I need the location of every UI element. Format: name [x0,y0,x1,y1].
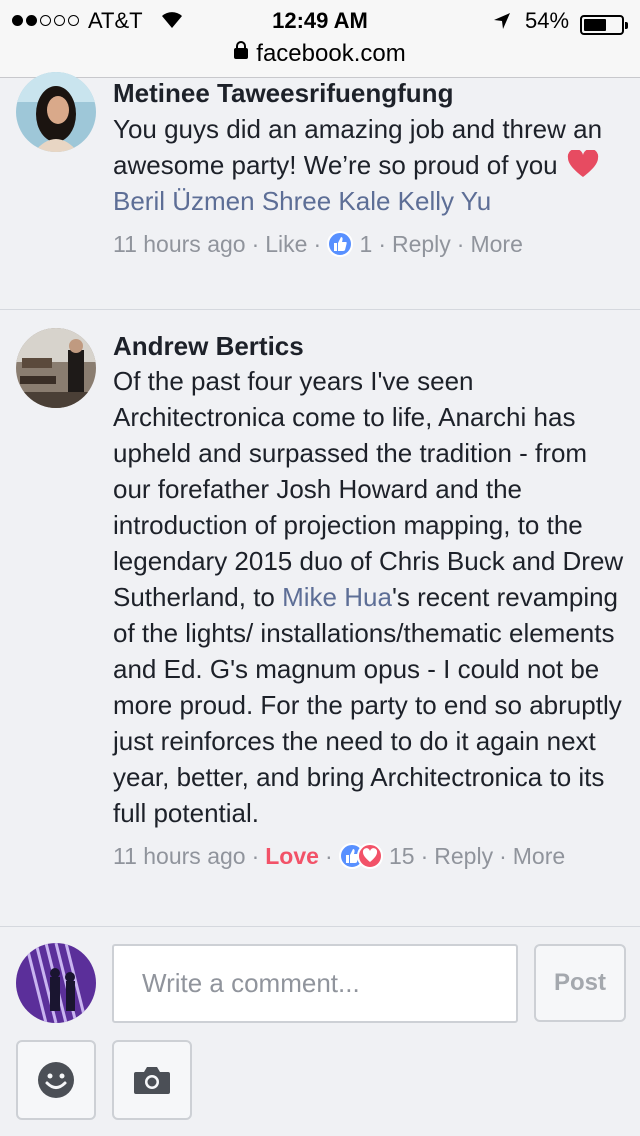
comment-mentions[interactable]: Beril Üzmen Shree Kale Kelly Yu [113,186,491,216]
reaction-count[interactable]: 15 [389,843,415,869]
more-button[interactable]: More [513,843,565,869]
like-button[interactable]: Like [265,231,307,257]
comment-meta: 11 hours ago · Like · 1 · Reply · More [113,231,523,257]
location-arrow-icon [494,13,510,29]
reply-button[interactable]: Reply [392,231,451,257]
love-reaction-icon[interactable] [356,843,383,869]
status-bar: AT&T 12:49 AM 54% [0,6,640,36]
comment-author[interactable]: Metinee Taweesrifuengfung [113,78,628,108]
browser-top-bar: AT&T 12:49 AM 54% facebook.com [0,0,640,78]
comment-input[interactable]: Write a comment... [112,944,518,1023]
camera-icon [134,1067,170,1094]
comment-text: Of the past four years I've seen Archite… [113,366,624,828]
current-user-avatar[interactable] [16,943,96,1023]
url-domain: facebook.com [256,40,406,67]
url-bar[interactable]: facebook.com [0,40,640,68]
lock-icon [234,41,249,62]
love-button[interactable]: Love [265,843,319,869]
reply-button[interactable]: Reply [434,843,493,869]
battery-icon [580,15,628,35]
battery-percent: 54% [525,8,570,33]
post-button[interactable]: Post [534,944,626,1022]
smiley-icon [38,1062,74,1098]
more-button[interactable]: More [470,231,522,257]
heart-emoji-icon [567,150,598,177]
avatar[interactable] [16,72,96,152]
emoji-button[interactable] [16,1040,96,1120]
comment-meta: 11 hours ago · Love · 15 · Reply · More [113,843,566,869]
comment-author[interactable]: Andrew Bertics [113,331,628,361]
like-reaction-icon[interactable] [327,231,354,257]
comment-text: You guys did an amazing job and threw an… [113,114,603,216]
divider [0,309,640,310]
comment-timestamp[interactable]: 11 hours ago [113,231,246,257]
camera-button[interactable] [112,1040,192,1120]
avatar[interactable] [16,328,96,408]
comment-timestamp[interactable]: 11 hours ago [113,843,246,869]
comment-composer: Write a comment... Post [0,926,640,1136]
comment-mention[interactable]: Mike Hua [282,582,392,612]
reaction-count[interactable]: 1 [360,231,373,257]
